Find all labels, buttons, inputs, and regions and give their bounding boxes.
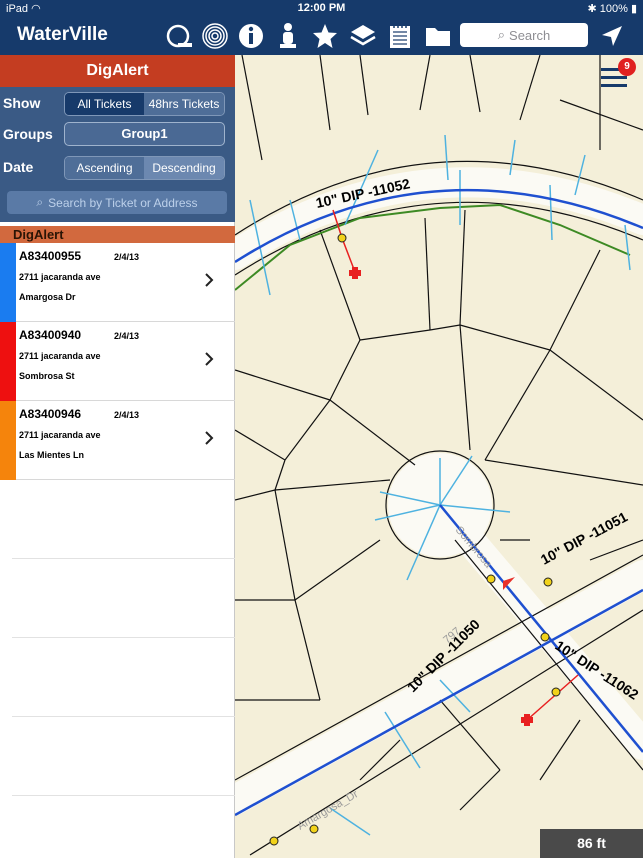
digalert-panel: DigAlert Show All Tickets 48hrs Tickets …	[0, 55, 235, 858]
ticket-id: A83400946	[19, 407, 82, 421]
chevron-right-icon	[205, 352, 214, 366]
ticket-id: A83400955	[19, 249, 82, 263]
ticket-color-stripe	[0, 243, 16, 322]
ticket-address: 2711 jacaranda ave	[19, 272, 101, 282]
layers-icon[interactable]	[348, 21, 378, 51]
ticket-address: 2711 jacaranda ave	[19, 351, 101, 361]
empty-list-row	[12, 480, 235, 559]
show-label: Show	[3, 95, 41, 111]
status-time: 12:00 PM	[297, 2, 346, 14]
ticket-color-stripe	[0, 401, 16, 480]
ticket-row[interactable]: A83400946 2/4/13 2711 jacaranda ave Las …	[0, 401, 235, 480]
show-48hrs-tickets-button[interactable]: 48hrs Tickets	[144, 93, 224, 115]
date-label: Date	[3, 159, 34, 175]
app-title: WaterVille	[17, 24, 108, 45]
empty-list-row	[12, 559, 235, 638]
show-segmented-control: All Tickets 48hrs Tickets	[64, 92, 225, 116]
date-descending-button[interactable]: Descending	[144, 157, 224, 179]
ticket-list: A83400955 2/4/13 2711 jacaranda ave Amar…	[0, 243, 235, 796]
person-icon[interactable]	[273, 21, 303, 51]
date-ascending-button[interactable]: Ascending	[65, 157, 144, 179]
list-section-header: DigAlert	[0, 226, 235, 243]
ticket-address: 2711 jacaranda ave	[19, 430, 101, 440]
info-icon[interactable]	[236, 21, 266, 51]
top-navbar: WaterVille ⌕ Search	[0, 17, 643, 55]
map-view[interactable]: 10" DIP -11052 10" DIP -11051 10" DIP -1…	[235, 55, 643, 858]
location-arrow-icon[interactable]	[597, 21, 627, 51]
show-all-tickets-button[interactable]: All Tickets	[65, 93, 144, 115]
notification-badge: 9	[618, 58, 636, 76]
map-search-input[interactable]: ⌕ Search	[460, 23, 588, 47]
ticket-row[interactable]: A83400940 2/4/13 2711 jacaranda ave Somb…	[0, 322, 235, 401]
empty-list-row	[12, 638, 235, 717]
status-bar: iPad ◠ 12:00 PM ✱ 100% ▮	[0, 0, 643, 17]
group-select-button[interactable]: Group1	[64, 122, 225, 146]
ticket-search-placeholder: Search by Ticket or Address	[48, 195, 198, 210]
measure-icon[interactable]	[164, 21, 194, 51]
battery-status: ✱ 100% ▮	[587, 3, 637, 15]
ticket-search-input[interactable]: ⌕ Search by Ticket or Address	[7, 191, 227, 214]
chevron-right-icon	[205, 273, 214, 287]
bluetooth-icon: ✱	[587, 3, 597, 15]
folder-icon[interactable]	[423, 21, 453, 51]
date-sort-segmented-control: Ascending Descending	[64, 156, 225, 180]
map-canvas[interactable]: 10" DIP -11052 10" DIP -11051 10" DIP -1…	[235, 55, 643, 858]
empty-list-row	[12, 717, 235, 796]
ticket-row[interactable]: A83400955 2/4/13 2711 jacaranda ave Amar…	[0, 243, 235, 322]
ticket-date: 2/4/13	[114, 331, 140, 341]
ticket-id: A83400940	[19, 328, 82, 342]
ticket-street: Sombrosa St	[19, 371, 75, 381]
notepad-icon[interactable]	[385, 21, 415, 51]
map-scale-indicator: 86 ft	[540, 829, 643, 858]
ticket-date: 2/4/13	[114, 410, 140, 420]
search-icon: ⌕	[497, 27, 506, 42]
groups-label: Groups	[3, 126, 53, 142]
favorites-star-icon[interactable]	[310, 21, 340, 51]
chevron-right-icon	[205, 431, 214, 445]
search-icon: ⌕	[36, 195, 44, 209]
radius-icon[interactable]	[200, 21, 230, 51]
panel-title: DigAlert	[0, 55, 235, 87]
filter-controls: Show All Tickets 48hrs Tickets Groups Gr…	[0, 87, 235, 222]
ticket-street: Las Mientes Ln	[19, 450, 85, 460]
ticket-street: Amargosa Dr	[19, 292, 76, 302]
ticket-date: 2/4/13	[114, 252, 140, 262]
battery-icon: ▮	[630, 3, 637, 15]
map-search-placeholder: Search	[509, 27, 551, 43]
ticket-color-stripe	[0, 322, 16, 401]
